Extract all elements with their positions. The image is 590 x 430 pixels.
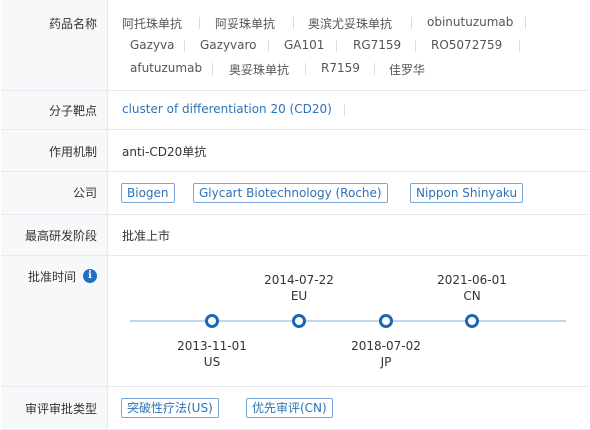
separator (305, 63, 306, 75)
drug-name: RG7159 (353, 38, 402, 52)
drug-name: Gazyva (130, 38, 175, 52)
approval-label-cell: 批准时间 i (1, 256, 108, 386)
target-value: cluster of differentiation 20 (CD20) (108, 91, 589, 129)
highest-phase-label-cell: 最高研发阶段 (1, 215, 108, 255)
separator (411, 17, 412, 29)
separator (336, 40, 337, 52)
review-type-row: 审评审批类型 突破性疗法(US) 优先审评(CN) (1, 387, 589, 430)
review-type-label-cell: 审评审批类型 (1, 387, 108, 429)
approval-row: 批准时间 i 2013-11-01 US 2014-07-22 EU 2018-… (1, 256, 589, 387)
drug-name: obinutuzumab (427, 15, 514, 29)
drug-names-value: 阿托珠单抗 阿妥珠单抗 奥滨尤妥珠单抗 obinutuzumab Gazyva … (108, 0, 589, 90)
drug-name: Gazyvaro (200, 38, 257, 52)
drug-names-label-cell: 药品名称 (1, 0, 108, 90)
separator (268, 40, 269, 52)
separator (374, 63, 375, 75)
drug-name: RO5072759 (431, 38, 503, 52)
timeline-date: 2021-06-01 (437, 273, 507, 287)
drug-name: 阿妥珠单抗 (215, 17, 276, 31)
timeline-date: 2018-07-02 (351, 339, 421, 353)
approval-timeline: 2013-11-01 US 2014-07-22 EU 2018-07-02 J… (108, 256, 589, 386)
company-label: 公司 (72, 186, 97, 200)
review-type-value: 突破性疗法(US) 优先审评(CN) (108, 387, 589, 429)
highest-phase-label: 最高研发阶段 (24, 229, 97, 243)
timeline-axis (130, 320, 566, 322)
company-tag-glycart[interactable]: Glycart Biotechnology (Roche) (193, 183, 388, 203)
timeline-date: 2013-11-01 (177, 339, 247, 353)
mechanism-text: anti-CD20单抗 (122, 145, 207, 159)
company-label-cell: 公司 (1, 172, 108, 214)
timeline-dot-2013[interactable] (205, 314, 219, 328)
separator (525, 17, 526, 29)
drug-name: GA101 (284, 38, 325, 52)
drug-name: 奥妥珠单抗 (229, 63, 290, 77)
mechanism-label-cell: 作用机制 (1, 130, 108, 171)
separator (344, 104, 345, 116)
drug-name: R7159 (321, 61, 360, 75)
drug-name: 阿托珠单抗 (122, 17, 183, 31)
separator (184, 40, 185, 52)
company-row: 公司 Biogen Glycart Biotechnology (Roche) … (1, 172, 589, 215)
timeline-region: US (203, 355, 221, 369)
separator (415, 40, 416, 52)
target-row: 分子靶点 cluster of differentiation 20 (CD20… (1, 91, 589, 130)
drug-name: afutuzumab (130, 61, 203, 75)
mechanism-row: 作用机制 anti-CD20单抗 (1, 130, 589, 172)
drug-names-label: 药品名称 (48, 17, 97, 31)
company-value: Biogen Glycart Biotechnology (Roche) Nip… (108, 172, 589, 214)
timeline-region: EU (290, 289, 308, 303)
info-icon[interactable]: i (83, 269, 97, 283)
company-tag-nippon-shinyaku[interactable]: Nippon Shinyaku (410, 183, 524, 203)
timeline-dot-2018[interactable] (379, 314, 393, 328)
company-tag-biogen[interactable]: Biogen (121, 183, 175, 203)
timeline-date: 2014-07-22 (264, 273, 334, 287)
drug-name: 佳罗华 (389, 63, 426, 77)
review-tag-priority-cn[interactable]: 优先审评(CN) (246, 398, 333, 418)
target-link[interactable]: cluster of differentiation 20 (CD20) (122, 102, 332, 116)
separator (212, 63, 213, 75)
timeline-region: CN (463, 289, 481, 303)
highest-phase-value: 批准上市 (108, 215, 589, 255)
target-label-cell: 分子靶点 (1, 91, 108, 129)
drug-names-row: 药品名称 阿托珠单抗 阿妥珠单抗 奥滨尤妥珠单抗 obinutuzumab Ga… (1, 0, 589, 91)
separator (293, 17, 294, 29)
timeline-dot-2021[interactable] (465, 314, 479, 328)
drug-name: 奥滨尤妥珠单抗 (308, 17, 393, 31)
review-type-label: 审评审批类型 (24, 402, 97, 416)
separator (199, 17, 200, 29)
highest-phase-text: 批准上市 (122, 229, 171, 243)
timeline-dot-2014[interactable] (292, 314, 306, 328)
mechanism-value: anti-CD20单抗 (108, 130, 589, 171)
mechanism-label: 作用机制 (48, 145, 97, 159)
separator (519, 40, 520, 52)
timeline-region: JP (380, 355, 392, 369)
review-tag-breakthrough-us[interactable]: 突破性疗法(US) (121, 398, 219, 418)
approval-label: 批准时间 (27, 270, 76, 284)
highest-phase-row: 最高研发阶段 批准上市 (1, 215, 589, 256)
target-label: 分子靶点 (48, 104, 97, 118)
